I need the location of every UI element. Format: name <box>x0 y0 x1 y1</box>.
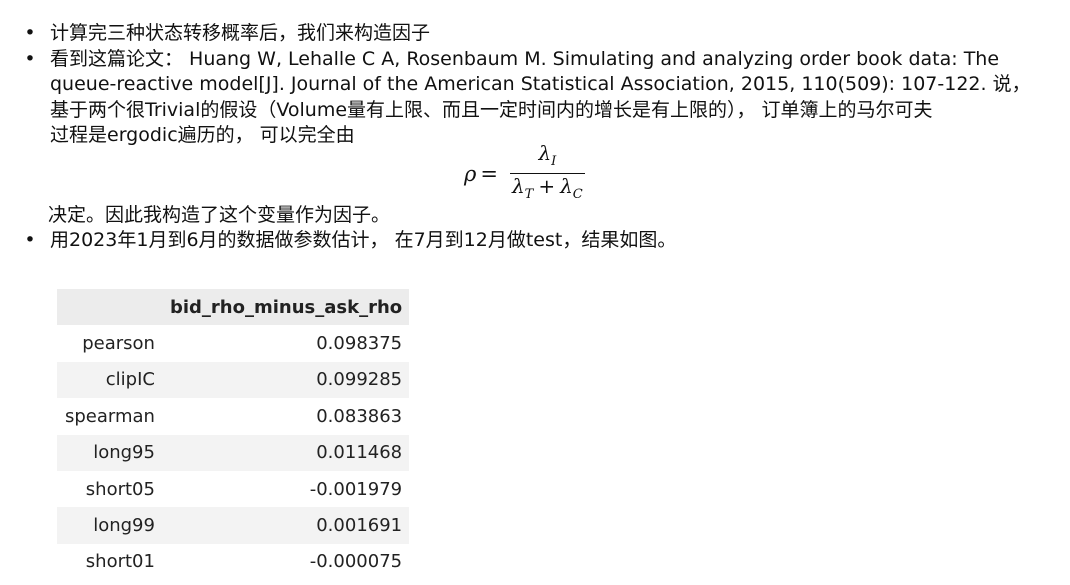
row-label: spearman <box>65 405 155 427</box>
bullet-dot: • <box>24 47 36 70</box>
document-page: • 计算完三种状态转移概率后，我们来构造因子 • 看到这篇论文： Huang W… <box>0 0 1070 585</box>
bullet-dot: • <box>24 22 36 44</box>
table-row: pearson 0.098375 <box>57 325 410 362</box>
table-row: short05 -0.001979 <box>57 470 410 508</box>
lambda-symbol: λ <box>538 140 552 165</box>
row-label: long99 <box>93 515 155 537</box>
formula-fraction: λI λT + λC <box>509 142 585 207</box>
table-row: long95 0.011468 <box>57 434 410 471</box>
row-value: 0.011468 <box>316 442 403 464</box>
row-label: short01 <box>85 551 155 573</box>
column-header: bid_rho_minus_ask_rho <box>161 289 410 326</box>
table-row: short01 -0.000075 <box>57 543 410 581</box>
table-row: clipIC 0.099285 <box>57 361 410 399</box>
row-value: 0.083863 <box>316 405 403 427</box>
bullet-text: 用2023年1月到6月的数据做参数估计， 在7月到12月做test，结果如图。 <box>50 229 677 251</box>
row-label: pearson <box>82 333 155 355</box>
table-header-row: bid_rho_minus_ask_rho <box>57 289 410 326</box>
rho-formula: ρ = λI λT + λC <box>22 142 1052 203</box>
bullet-item-1: • 计算完三种状态转移概率后，我们来构造因子 <box>22 21 1052 47</box>
formula-rho: ρ <box>464 161 477 186</box>
formula-equals: = <box>480 161 498 186</box>
row-value: -0.000075 <box>309 551 403 573</box>
table-row: long99 0.001691 <box>57 507 410 544</box>
bullet-item-3: • 用2023年1月到6月的数据做参数估计， 在7月到12月做test，结果如图… <box>22 228 1052 254</box>
formula-expression: ρ = λI λT + λC <box>464 142 585 202</box>
row-label: short05 <box>85 478 155 500</box>
results-table: bid_rho_minus_ask_rho pearson 0.098375 c… <box>57 289 410 581</box>
lambda-symbol: λ <box>560 174 573 199</box>
fraction-denominator: λT + λC <box>510 174 585 207</box>
row-label: clipIC <box>105 369 155 391</box>
bullet-text-line: queue-reactive model[J]. Journal of the … <box>50 73 1031 95</box>
fraction-numerator: λI <box>536 142 558 173</box>
row-value: 0.099285 <box>316 369 403 391</box>
lambda-symbol: λ <box>511 174 525 199</box>
bullet-item-2: • 看到这篇论文： Huang W, Lehalle C A, Rosenbau… <box>22 47 1052 149</box>
row-value: 0.098375 <box>316 333 403 355</box>
lambda-subscript: C <box>572 187 583 203</box>
table-row: spearman 0.083863 <box>57 398 410 435</box>
formula-plus: + <box>538 174 556 199</box>
lambda-subscript: T <box>524 187 534 203</box>
bullet-text-line: 看到这篇论文： Huang W, Lehalle C A, Rosenbaum … <box>50 47 1000 70</box>
row-label: long95 <box>93 442 155 464</box>
row-value: 0.001691 <box>316 515 403 537</box>
table-corner-cell <box>57 289 162 326</box>
bullet-text-line: 基于两个很Trivial的假设（Volume量有上限、而且一定时间内的增长是有上… <box>50 98 933 121</box>
bullet-list: • 计算完三种状态转移概率后，我们来构造因子 • 看到这篇论文： Huang W… <box>22 21 1052 254</box>
lambda-subscript: I <box>551 153 557 169</box>
row-value: -0.001979 <box>309 478 403 500</box>
bullet-dot: • <box>24 229 36 251</box>
bullet-text: 计算完三种状态转移概率后，我们来构造因子 <box>50 22 431 44</box>
